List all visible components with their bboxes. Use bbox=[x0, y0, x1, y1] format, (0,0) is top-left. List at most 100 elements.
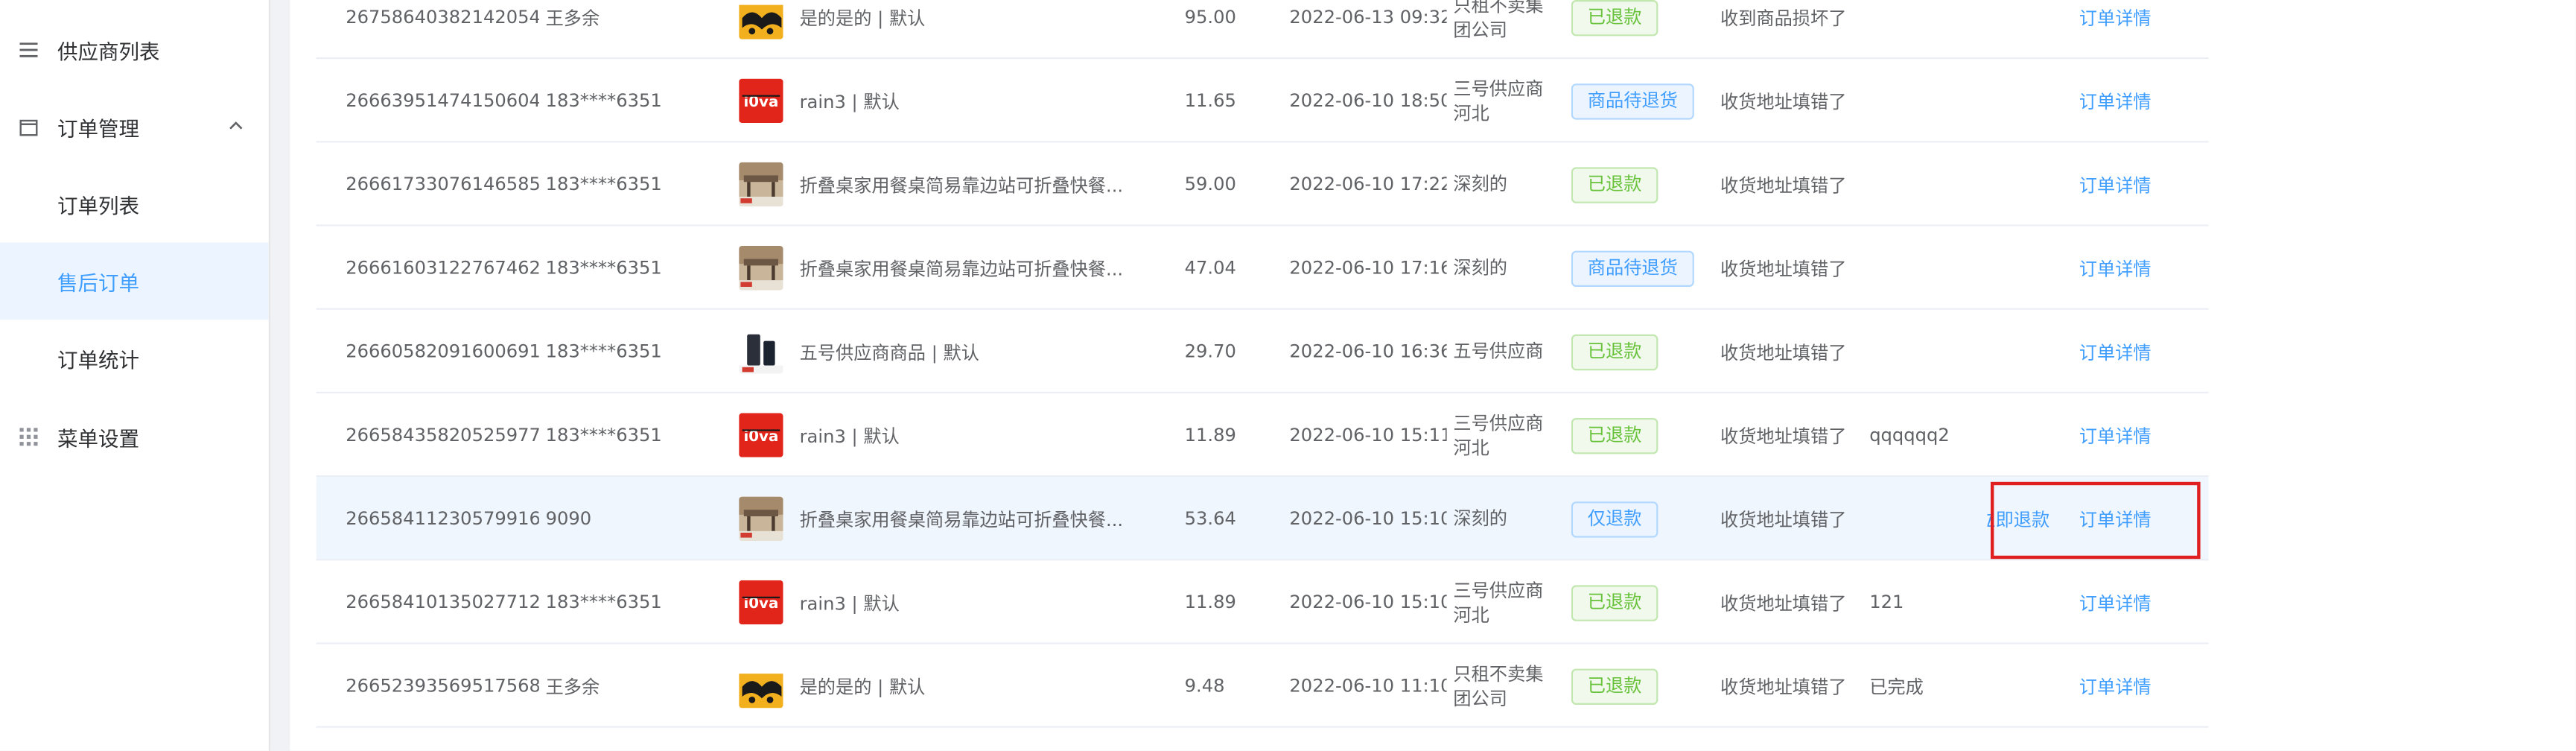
main-content: 267586403821420544 王多余 是的是的 | 默认 95.00 2022-… bbox=[290, 0, 2576, 751]
remark: 已完成 bbox=[1869, 676, 1924, 698]
table-row: 267586403821420544 王多余 是的是的 | 默认 95.00 2022-… bbox=[316, 0, 2209, 60]
order-number: 266605820916006912 bbox=[346, 340, 539, 363]
refund-reason: 收货地址填错了 bbox=[1720, 425, 1847, 447]
order-detail-link[interactable]: 订单详情 bbox=[2079, 4, 2152, 31]
status-badge: 仅退款 bbox=[1571, 501, 1659, 537]
order-time: 2022-06-10 18:50 bbox=[1289, 90, 1447, 112]
status-cell: 已退款 bbox=[1571, 0, 1702, 59]
row-actions: 订单详情 bbox=[1988, 560, 2217, 644]
user-name: 183****6351 bbox=[545, 340, 662, 363]
row-actions: 订单详情 bbox=[1988, 310, 2217, 393]
product-name: 五号供应商商品 | 默认 bbox=[799, 341, 979, 364]
sidebar-item-menu-settings[interactable]: 菜单设置 bbox=[0, 399, 269, 475]
product-thumbnail bbox=[739, 310, 785, 393]
remark bbox=[1869, 142, 1984, 226]
order-detail-link[interactable]: 订单详情 bbox=[2079, 255, 2152, 281]
user-name: 183****6351 bbox=[545, 174, 662, 195]
folder-icon bbox=[18, 117, 37, 136]
sidebar-item-supplier-list[interactable]: 供应商列表 bbox=[0, 11, 269, 88]
order-time: 2022-06-10 15:11 bbox=[1289, 424, 1447, 446]
product-thumbnail bbox=[739, 0, 785, 59]
supplier-name: 三号供应商河北 bbox=[1453, 579, 1544, 626]
table-row: 266616031227674624 183****6351 折叠桌家用餐桌简易靠边… bbox=[316, 226, 2209, 310]
order-amount: 47.04 bbox=[1184, 257, 1236, 279]
table-row: 266584358205259776 183****6351 i0va rain3 |… bbox=[316, 393, 2209, 478]
status-badge: 已退款 bbox=[1571, 0, 1659, 36]
table-row: 266617330761465856 183****6351 折叠桌家用餐桌简易靠边… bbox=[316, 142, 2209, 226]
refund-reason: 收货地址填错了 bbox=[1720, 258, 1847, 280]
user-name: 183****6351 bbox=[545, 424, 662, 446]
remark: qqqqqq2 bbox=[1869, 424, 1950, 446]
supplier-name: 深刻的 bbox=[1453, 174, 1507, 195]
refund-reason: 收货地址填错了 bbox=[1720, 91, 1847, 113]
status-cell: 商品待退货 bbox=[1571, 59, 1702, 142]
product-name: 折叠桌家用餐桌简易靠边站可折叠快餐... bbox=[799, 174, 1124, 196]
order-number: 266584101350277120 bbox=[346, 592, 539, 613]
product-name: 折叠桌家用餐桌简易靠边站可折叠快餐... bbox=[799, 509, 1124, 530]
order-number: 266584358205259776 bbox=[346, 424, 539, 446]
refund-reason: 收货地址填错了 bbox=[1720, 341, 1847, 364]
refund-reason: 收货地址填错了 bbox=[1720, 174, 1847, 196]
refund-reason: 收到商品损坏了 bbox=[1720, 7, 1847, 29]
order-number: 266616031227674624 bbox=[346, 257, 539, 279]
sidebar-item-label: 订单列表 bbox=[57, 193, 140, 218]
status-badge: 商品待退货 bbox=[1571, 250, 1694, 286]
order-time: 2022-06-10 11:10 bbox=[1289, 675, 1447, 697]
sidebar: 供应商列表 订单管理 订单列表 售后订单 订单统计 菜单设置 bbox=[0, 0, 270, 751]
user-name: 王多余 bbox=[545, 7, 600, 29]
order-amount: 59.00 bbox=[1184, 174, 1236, 195]
order-amount: 9.48 bbox=[1184, 675, 1225, 697]
order-detail-link[interactable]: 订单详情 bbox=[2079, 338, 2152, 364]
sidebar-item-label: 菜单设置 bbox=[57, 426, 140, 451]
row-actions: 订单详情 bbox=[1988, 393, 2217, 477]
product-name: 折叠桌家用餐桌简易靠边站可折叠快餐... bbox=[799, 258, 1124, 280]
order-detail-link[interactable]: 订单详情 bbox=[2079, 589, 2152, 615]
supplier-name: 深刻的 bbox=[1453, 508, 1507, 530]
sidebar-gutter bbox=[270, 0, 290, 751]
sidebar-item-order-management[interactable]: 订单管理 bbox=[0, 89, 269, 165]
refund-reason: 收货地址填错了 bbox=[1720, 592, 1847, 614]
product-thumbnail: i0va bbox=[739, 59, 785, 142]
row-actions: 订单详情 bbox=[1988, 59, 2217, 142]
status-badge: 已退款 bbox=[1571, 416, 1659, 454]
order-time: 2022-06-13 09:32 bbox=[1289, 6, 1447, 28]
table-row: 266605820916006912 183****6351 五号供应商商品 | 默… bbox=[316, 310, 2209, 393]
status-cell: 已退款 bbox=[1571, 310, 1702, 393]
sidebar-item-label: 供应商列表 bbox=[57, 39, 160, 64]
remark bbox=[1869, 0, 1984, 59]
remark bbox=[1869, 59, 1984, 142]
order-amount: 29.70 bbox=[1184, 340, 1236, 363]
order-detail-link[interactable]: 订单详情 bbox=[2079, 88, 2152, 114]
order-amount: 95.00 bbox=[1184, 6, 1236, 28]
remark: 121 bbox=[1869, 592, 1904, 613]
order-time: 2022-06-10 15:10 bbox=[1289, 508, 1447, 530]
product-name: 是的是的 | 默认 bbox=[799, 7, 926, 29]
order-detail-link[interactable]: 订单详情 bbox=[2079, 422, 2152, 449]
user-name: 183****6351 bbox=[545, 257, 662, 279]
status-cell: 已退款 bbox=[1571, 644, 1702, 728]
user-name: 183****6351 bbox=[545, 592, 662, 613]
status-badge: 已退款 bbox=[1571, 584, 1659, 621]
supplier-name: 只租不卖集团公司 bbox=[1453, 662, 1544, 709]
user-name: 183****6351 bbox=[545, 90, 662, 112]
order-amount: 11.65 bbox=[1184, 90, 1236, 112]
sidebar-item-after-sales-orders[interactable]: 售后订单 bbox=[0, 242, 269, 320]
order-detail-link[interactable]: 订单详情 bbox=[2079, 171, 2152, 197]
product-thumbnail bbox=[739, 142, 785, 226]
table-row: 266639514741506048 183****6351 i0va rain3 |… bbox=[316, 59, 2209, 143]
order-amount: 11.89 bbox=[1184, 424, 1236, 446]
table-row: 266584101350277120 183****6351 i0va rain3 |… bbox=[316, 560, 2209, 644]
remark bbox=[1869, 310, 1984, 393]
grid-icon bbox=[18, 427, 37, 446]
status-cell: 已退款 bbox=[1571, 560, 1702, 644]
table-row: 266584112305799168 9090 折叠桌家用餐桌简易靠边站可折叠快餐.… bbox=[316, 477, 2209, 561]
order-detail-link[interactable]: 订单详情 bbox=[2079, 673, 2152, 699]
order-amount: 11.89 bbox=[1184, 592, 1236, 613]
order-time: 2022-06-10 16:36 bbox=[1289, 340, 1447, 363]
sidebar-item-order-statistics[interactable]: 订单统计 bbox=[0, 320, 269, 396]
order-amount: 53.64 bbox=[1184, 508, 1236, 530]
product-name: rain3 | 默认 bbox=[799, 91, 900, 113]
order-time: 2022-06-10 15:10 bbox=[1289, 592, 1447, 613]
sidebar-item-order-list[interactable]: 订单列表 bbox=[0, 165, 269, 242]
order-number: 266584112305799168 bbox=[346, 508, 539, 530]
